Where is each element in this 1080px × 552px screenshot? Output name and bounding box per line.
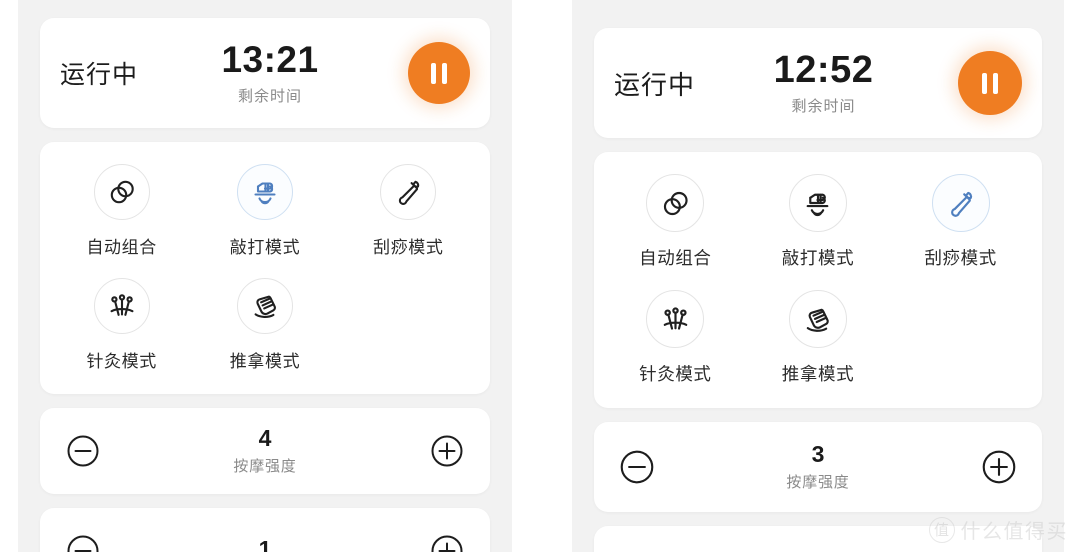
pause-icon-bar-right: [993, 72, 998, 94]
mode-item-tapping[interactable]: 敲打模式: [193, 158, 336, 262]
timer-block: 12:52 剩余时间: [695, 50, 958, 116]
mode-icon-wrap: [931, 174, 990, 232]
mode-item-tuina[interactable]: 推拿模式: [747, 284, 890, 390]
stepper-readout: 4 按摩强度: [104, 425, 426, 476]
decrement-button[interactable]: [62, 430, 104, 472]
mode-label: 推拿模式: [229, 352, 301, 371]
timer-block: 13:21 剩余时间: [138, 40, 408, 105]
running-state-label: 运行中: [614, 69, 696, 100]
mode-icon-wrap: [788, 290, 847, 348]
pause-icon-bar-left: [982, 72, 987, 94]
gua-sha-tool-icon: [951, 191, 973, 217]
fist-tapping-icon: [807, 193, 829, 216]
status-card: 运行中 12:52 剩余时间: [594, 28, 1042, 138]
panel-right-content: 运行中 12:52 剩余时间 自动组合 敲打模式 刮痧模式 针灸模式 推拿模式 …: [572, 28, 1064, 552]
stepper-value: 3: [811, 440, 825, 467]
minus-circle-icon: [67, 435, 99, 467]
mode-icon-wrap: [646, 174, 705, 232]
modes-grid: 自动组合 敲打模式 刮痧模式 针灸模式 推拿模式: [604, 168, 1032, 390]
status-card: 运行中 13:21 剩余时间: [40, 18, 490, 128]
plus-circle-icon: [982, 450, 1016, 484]
pause-button[interactable]: [958, 51, 1022, 115]
mode-icon-wrap: [93, 278, 150, 334]
pause-icon-bar-right: [442, 62, 447, 84]
screenshot-root: 运行中 13:21 剩余时间 自动组合 敲打模式 刮痧模式 针灸模式 推拿模式 …: [0, 0, 1080, 552]
mode-icon-wrap: [646, 290, 705, 348]
plus-circle-icon: [431, 435, 463, 467]
modes-card: 自动组合 敲打模式 刮痧模式 针灸模式 推拿模式: [40, 142, 490, 394]
mode-label: 刮痧模式: [924, 248, 997, 268]
mode-label: 针灸模式: [86, 352, 157, 371]
minus-circle-icon: [67, 535, 99, 552]
mode-icon-wrap: [93, 164, 150, 220]
stepper-card-massage-intensity: 4 按摩强度: [40, 408, 490, 495]
mode-label: 针灸模式: [639, 364, 712, 384]
decrement-button[interactable]: [616, 446, 658, 488]
fist-tapping-icon: [254, 182, 276, 205]
two-rings-icon: [663, 191, 688, 215]
remaining-time-caption: 剩余时间: [238, 87, 303, 105]
remaining-time-value: 12:52: [773, 48, 874, 91]
mode-icon-wrap: [788, 174, 847, 232]
kneading-hand-icon: [254, 295, 276, 318]
mode-label: 推拿模式: [781, 364, 855, 384]
mode-item-auto-combo[interactable]: 自动组合: [604, 168, 747, 274]
mode-item-gua-sha[interactable]: 刮痧模式: [337, 158, 480, 262]
acupuncture-needles-icon: [663, 306, 688, 330]
mode-item-auto-combo[interactable]: 自动组合: [50, 158, 193, 262]
mode-label: 敲打模式: [229, 238, 301, 257]
acupuncture-needles-icon: [110, 294, 134, 316]
increment-button[interactable]: [426, 430, 468, 472]
increment-button[interactable]: [426, 530, 468, 552]
mode-item-tuina[interactable]: 推拿模式: [193, 272, 336, 376]
running-state-label: 运行中: [60, 61, 139, 89]
stepper-card-secondary: 1: [40, 508, 490, 552]
mode-item-acupuncture[interactable]: 针灸模式: [50, 272, 193, 376]
minus-circle-icon: [620, 450, 654, 484]
pause-icon-bar-left: [431, 62, 436, 84]
mode-label: 刮痧模式: [373, 238, 444, 257]
panel-left-content: 运行中 13:21 剩余时间 自动组合 敲打模式 刮痧模式 针灸模式 推拿模式 …: [18, 18, 512, 552]
stepper-card-secondary: 1: [594, 526, 1042, 552]
device-panel-left: 运行中 13:21 剩余时间 自动组合 敲打模式 刮痧模式 针灸模式 推拿模式 …: [18, 0, 512, 552]
stepper-readout: 1: [104, 535, 426, 552]
modes-card: 自动组合 敲打模式 刮痧模式 针灸模式 推拿模式: [594, 152, 1042, 408]
plus-circle-icon: [431, 535, 463, 552]
stepper-caption: 按摩强度: [786, 474, 850, 492]
mode-label: 自动组合: [86, 238, 157, 257]
mode-item-acupuncture[interactable]: 针灸模式: [604, 284, 747, 390]
pause-button[interactable]: [408, 42, 470, 104]
two-rings-icon: [110, 180, 134, 204]
increment-button[interactable]: [978, 446, 1020, 488]
stepper-value: 4: [258, 425, 272, 451]
kneading-hand-icon: [807, 308, 830, 332]
decrement-button[interactable]: [62, 530, 104, 552]
modes-grid: 自动组合 敲打模式 刮痧模式 针灸模式 推拿模式: [50, 158, 480, 376]
stepper-caption: 按摩强度: [233, 458, 297, 476]
mode-icon-wrap: [380, 164, 437, 220]
remaining-time-value: 13:21: [221, 39, 319, 81]
mode-icon-wrap: [236, 278, 293, 334]
stepper-readout: 3 按摩强度: [658, 440, 978, 492]
remaining-time-caption: 剩余时间: [791, 98, 856, 116]
mode-item-gua-sha[interactable]: 刮痧模式: [889, 168, 1032, 274]
stepper-card-massage-intensity: 3 按摩强度: [594, 422, 1042, 512]
mode-item-tapping[interactable]: 敲打模式: [747, 168, 890, 274]
mode-icon-wrap: [236, 164, 293, 220]
stepper-value: 1: [258, 535, 272, 552]
gua-sha-tool-icon: [399, 180, 420, 205]
mode-label: 敲打模式: [781, 248, 855, 268]
device-panel-right: 运行中 12:52 剩余时间 自动组合 敲打模式 刮痧模式 针灸模式 推拿模式 …: [572, 0, 1064, 552]
mode-label: 自动组合: [639, 248, 712, 268]
